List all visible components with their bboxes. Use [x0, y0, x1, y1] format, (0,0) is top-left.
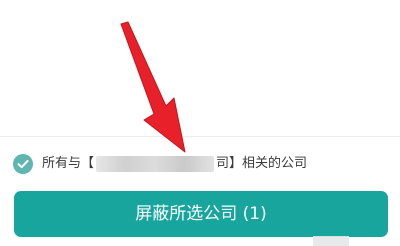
- block-selected-companies-button[interactable]: 屏蔽所选公司 (1): [14, 191, 388, 237]
- divider: [0, 136, 400, 137]
- block-button-label: 屏蔽所选公司 (1): [135, 204, 267, 224]
- sheet-content-area: [0, 0, 400, 136]
- masked-company-name: [96, 156, 215, 172]
- label-suffix: 司】相关的公司: [216, 156, 308, 171]
- label-prefix: 所有与【: [42, 156, 95, 171]
- check-circle-icon[interactable]: [13, 154, 33, 174]
- related-companies-option[interactable]: 所有与【 司】相关的公司: [0, 150, 400, 178]
- related-companies-label: 所有与【 司】相关的公司: [42, 153, 307, 175]
- blurred-overlay: [313, 236, 349, 246]
- block-company-sheet: 所有与【 司】相关的公司 屏蔽所选公司 (1): [0, 0, 400, 246]
